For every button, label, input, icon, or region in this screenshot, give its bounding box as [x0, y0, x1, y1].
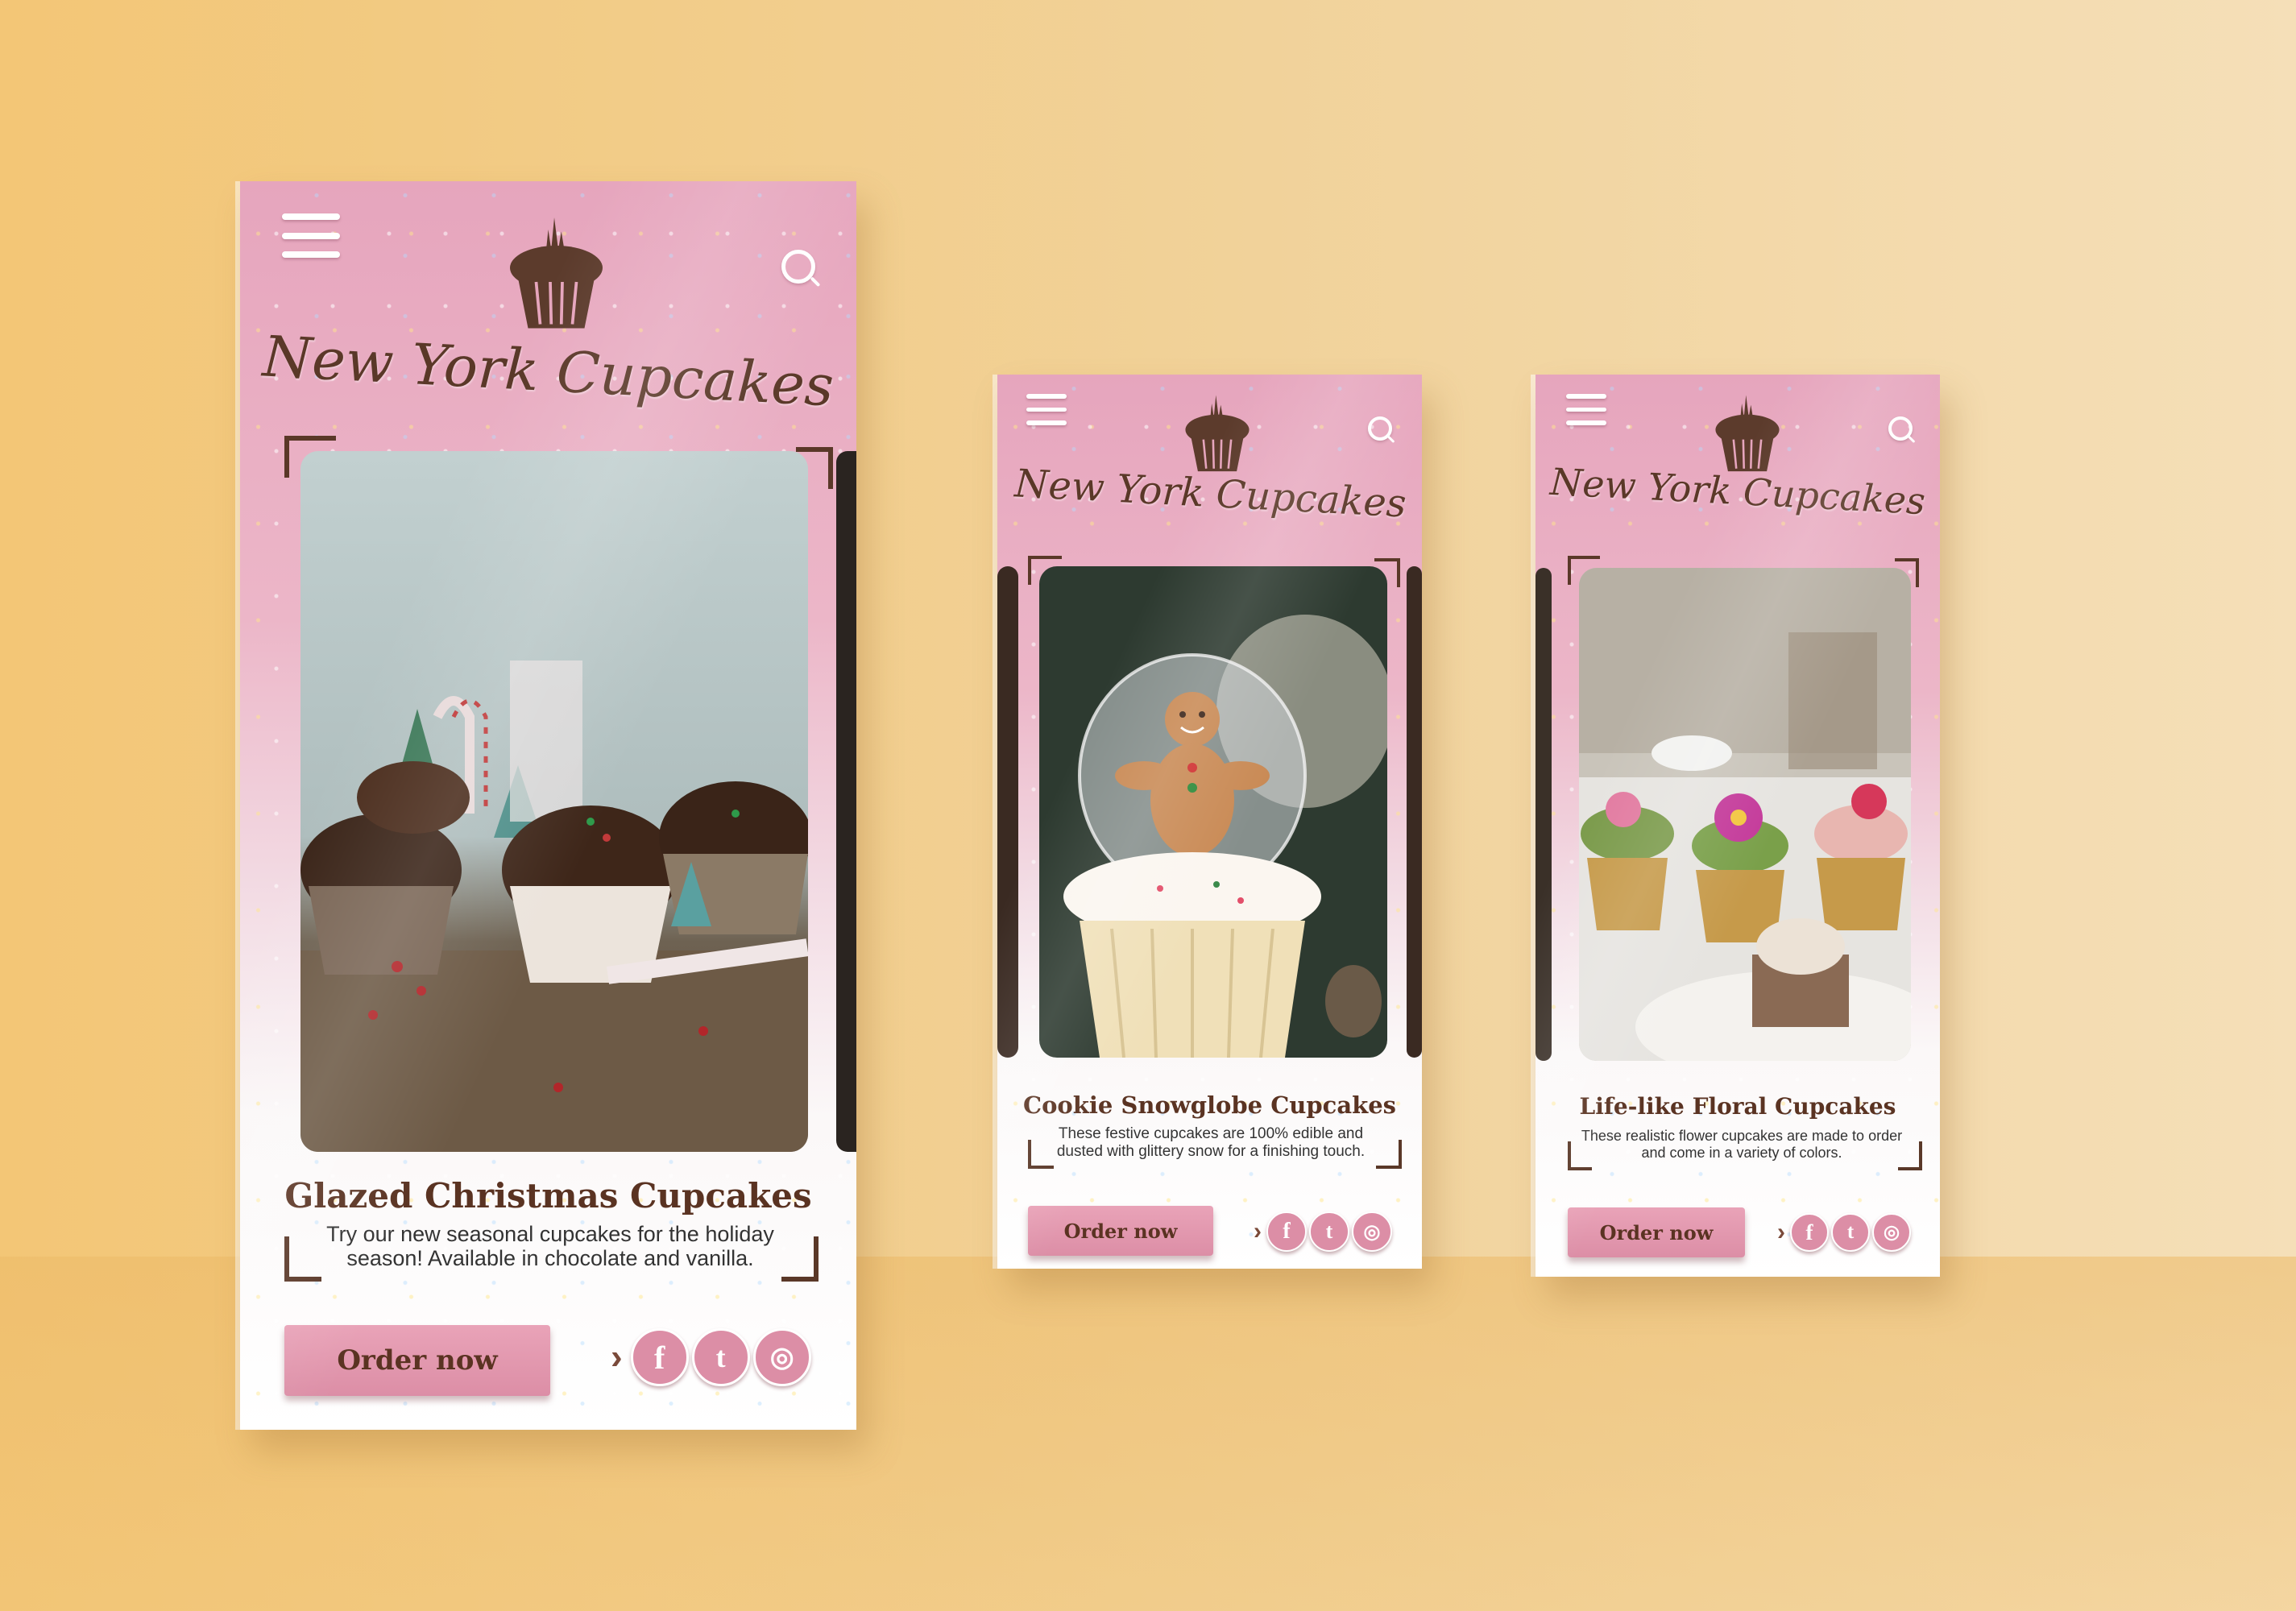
brand-title: New York Cupcakes: [1548, 459, 1927, 524]
product-title: Cookie Snowglobe Cupcakes: [1023, 1091, 1396, 1119]
product-photo-christmas-cupcakes[interactable]: [300, 451, 808, 1152]
instagram-icon[interactable]: ◎: [1872, 1213, 1911, 1252]
brand-title: New York Cupcakes: [1013, 461, 1407, 527]
next-card-peek[interactable]: [1407, 566, 1422, 1058]
brand-title: New York Cupcakes: [261, 323, 835, 420]
order-now-button[interactable]: Order now: [284, 1325, 550, 1396]
prev-card-peek[interactable]: [997, 566, 1018, 1058]
social-links: › f t ◎: [1254, 1209, 1392, 1254]
cupcake-logo-icon: [1713, 389, 1782, 476]
cupcake-logo-icon: [1183, 389, 1252, 476]
prev-card-peek[interactable]: [1536, 568, 1552, 1061]
product-description: Try our new seasonal cupcakes for the ho…: [326, 1222, 774, 1270]
twitter-icon[interactable]: t: [691, 1328, 750, 1386]
phone-screen-glazed-christmas: New York Cupcakes Glazed Christmas Cupca…: [240, 181, 856, 1430]
social-links: › f t ◎: [611, 1325, 811, 1389]
facebook-icon[interactable]: f: [630, 1328, 689, 1386]
phone-screen-floral-cupcakes: New York Cupcakes Life-like Floral Cupca…: [1536, 375, 1940, 1277]
order-now-button[interactable]: Order now: [1028, 1206, 1213, 1256]
facebook-icon[interactable]: f: [1790, 1213, 1829, 1252]
product-title: Glazed Christmas Cupcakes: [284, 1176, 812, 1215]
twitter-icon[interactable]: t: [1309, 1211, 1349, 1252]
product-photo-snowglobe-cupcakes[interactable]: [1039, 566, 1387, 1058]
facebook-icon[interactable]: f: [1266, 1211, 1307, 1252]
search-icon[interactable]: [1888, 416, 1913, 441]
product-description: These festive cupcakes are 100% edible a…: [1056, 1125, 1366, 1160]
instagram-icon[interactable]: ◎: [1352, 1211, 1392, 1252]
menu-icon[interactable]: [1566, 394, 1606, 431]
search-icon[interactable]: [1368, 416, 1392, 441]
twitter-icon[interactable]: t: [1831, 1213, 1870, 1252]
chevron-right-icon: ›: [1777, 1219, 1785, 1245]
instagram-icon[interactable]: ◎: [752, 1328, 811, 1386]
order-now-button[interactable]: Order now: [1568, 1207, 1745, 1257]
chevron-right-icon: ›: [611, 1337, 623, 1377]
social-links: › f t ◎: [1777, 1211, 1911, 1254]
menu-icon[interactable]: [282, 213, 340, 267]
next-card-peek[interactable]: [836, 451, 856, 1152]
menu-icon[interactable]: [1026, 394, 1067, 431]
frame-corner: [781, 1236, 819, 1282]
product-description: These realistic flower cupcakes are made…: [1581, 1128, 1903, 1161]
chevron-right-icon: ›: [1254, 1218, 1262, 1244]
cupcake-logo-icon: [506, 209, 607, 334]
search-icon[interactable]: [781, 250, 815, 284]
phone-screen-cookie-snowglobe: New York Cupcakes Cookie Snowglobe Cupca…: [997, 375, 1422, 1269]
product-photo-floral-cupcakes[interactable]: [1579, 568, 1911, 1061]
product-title: Life-like Floral Cupcakes: [1579, 1093, 1896, 1120]
